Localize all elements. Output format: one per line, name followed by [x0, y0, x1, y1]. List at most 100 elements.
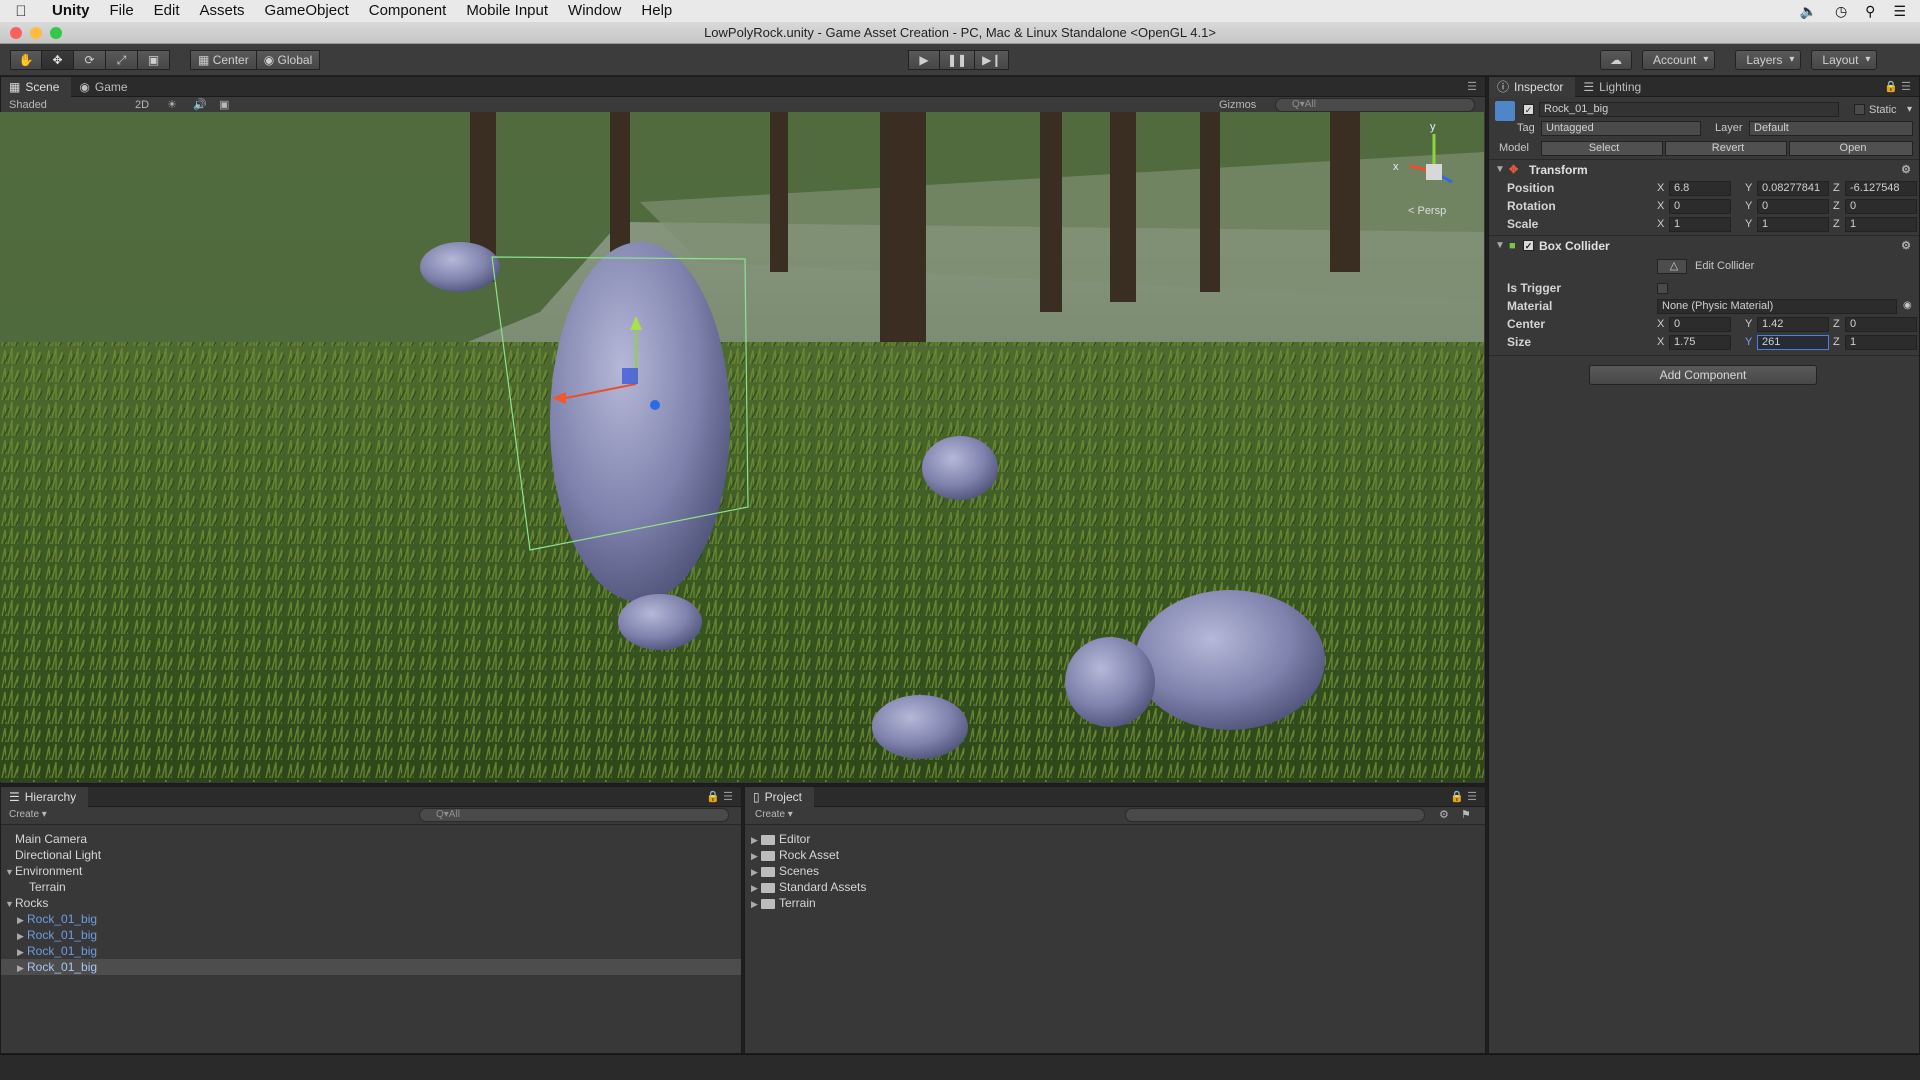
effects-toggle-icon[interactable]: ▣	[219, 98, 229, 111]
tab-project[interactable]: ▯ Project	[745, 787, 814, 807]
hierarchy-item-rock-3[interactable]: ▶ Rock_01_big	[1, 943, 741, 959]
collapsed-arrow-icon[interactable]: ▶	[751, 848, 761, 864]
static-dropdown-icon[interactable]: ▾	[1907, 101, 1912, 119]
scale-z-field[interactable]: 1	[1845, 217, 1917, 232]
shading-mode-dropdown[interactable]: Shaded	[9, 99, 47, 111]
gizmos-dropdown[interactable]: Gizmos	[1219, 99, 1256, 111]
scene-viewport[interactable]: x y < Persp	[0, 112, 1484, 782]
lighting-toggle-icon[interactable]: ☀	[167, 98, 177, 111]
tab-scene[interactable]: ▦ Scene	[1, 77, 72, 97]
play-icon[interactable]: ▶	[908, 50, 940, 70]
menu-help[interactable]: Help	[631, 0, 682, 22]
collapsed-arrow-icon[interactable]: ▶	[751, 896, 761, 912]
rock-small[interactable]	[618, 594, 702, 650]
add-component-button[interactable]: Add Component	[1589, 365, 1817, 385]
projection-label[interactable]: < Persp	[1408, 205, 1446, 217]
object-picker-icon[interactable]: ◉	[1903, 297, 1912, 315]
hierarchy-item-rocks[interactable]: ▼Rocks	[1, 895, 741, 911]
rock-far[interactable]	[420, 242, 500, 292]
menu-file[interactable]: File	[100, 0, 144, 22]
rock-mid[interactable]	[922, 436, 998, 500]
notification-list-icon[interactable]: ☰	[1893, 3, 1906, 20]
project-folder-terrain[interactable]: ▶ Terrain	[745, 895, 1485, 911]
center-x-field[interactable]: 0	[1669, 317, 1731, 332]
box-collider-enabled-checkbox[interactable]: ✓	[1523, 240, 1534, 251]
layers-dropdown[interactable]: Layers	[1735, 50, 1802, 70]
center-z-field[interactable]: 0	[1845, 317, 1917, 332]
model-revert-button[interactable]: Revert	[1665, 141, 1787, 156]
box-collider-header[interactable]: ▼ ■ ✓ Box Collider ⚙	[1489, 235, 1919, 255]
move-tool-icon[interactable]: ✥	[42, 50, 74, 70]
menu-window[interactable]: Window	[558, 0, 631, 22]
position-y-field[interactable]: 0.08277841	[1757, 181, 1829, 196]
rotation-y-field[interactable]: 0	[1757, 199, 1829, 214]
collapsed-arrow-icon[interactable]: ▶	[751, 880, 761, 896]
hand-tool-icon[interactable]: ✋	[10, 50, 42, 70]
size-y-field[interactable]: 261	[1757, 335, 1829, 350]
collapsed-arrow-icon[interactable]: ▶	[751, 832, 761, 848]
menu-assets[interactable]: Assets	[190, 0, 255, 22]
toggle-2d-button[interactable]: 2D	[135, 99, 149, 111]
project-folder-editor[interactable]: ▶ Editor	[745, 831, 1485, 847]
scene-search-input[interactable]: Q▾All	[1275, 98, 1475, 112]
center-y-field[interactable]: 1.42	[1757, 317, 1829, 332]
tag-dropdown[interactable]: Untagged	[1541, 121, 1701, 136]
model-open-button[interactable]: Open	[1789, 141, 1913, 156]
object-name-field[interactable]: Rock_01_big	[1539, 102, 1839, 117]
rock-front[interactable]	[872, 695, 968, 759]
hierarchy-create-dropdown[interactable]: Create ▾	[9, 809, 47, 820]
tab-inspector[interactable]: ⓘ Inspector	[1489, 77, 1576, 97]
inspector-menu-icon[interactable]: 🔒 ☰	[1884, 80, 1911, 93]
static-checkbox[interactable]	[1854, 104, 1865, 115]
model-select-button[interactable]: Select	[1541, 141, 1663, 156]
volume-icon[interactable]: 🔈	[1800, 3, 1817, 20]
menu-app-unity[interactable]: Unity	[42, 0, 100, 22]
rock-medium[interactable]	[1065, 637, 1155, 727]
scale-y-field[interactable]: 1	[1757, 217, 1829, 232]
project-folder-standard-assets[interactable]: ▶ Standard Assets	[745, 879, 1485, 895]
transform-settings-icon[interactable]: ⚙	[1901, 160, 1911, 180]
tab-lighting[interactable]: ☰ Lighting	[1575, 77, 1653, 97]
account-dropdown[interactable]: Account	[1642, 50, 1716, 70]
menu-mobile-input[interactable]: Mobile Input	[456, 0, 558, 22]
project-menu-icon[interactable]: 🔒 ☰	[1450, 790, 1477, 803]
position-z-field[interactable]: -6.127548	[1845, 181, 1917, 196]
rect-tool-icon[interactable]: ▣	[138, 50, 170, 70]
expand-arrow-icon[interactable]: ▼	[5, 896, 15, 912]
menu-gameobject[interactable]: GameObject	[255, 0, 359, 22]
pause-icon[interactable]: ❚❚	[940, 50, 976, 70]
collapsed-arrow-icon[interactable]: ▶	[17, 944, 27, 960]
zoom-window-icon[interactable]	[50, 27, 62, 39]
expand-arrow-icon[interactable]: ▼	[5, 864, 15, 880]
rotation-x-field[interactable]: 0	[1669, 199, 1731, 214]
hierarchy-item-rock-1[interactable]: ▶ Rock_01_big	[1, 911, 741, 927]
box-collider-foldout-icon[interactable]: ▼	[1495, 236, 1505, 256]
collapsed-arrow-icon[interactable]: ▶	[17, 960, 27, 976]
rock-large[interactable]	[1135, 590, 1325, 730]
size-z-field[interactable]: 1	[1845, 335, 1917, 350]
project-search-input[interactable]	[1125, 808, 1425, 822]
transform-header[interactable]: ▼ ✥ Transform ⚙	[1489, 159, 1919, 179]
hierarchy-item-terrain[interactable]: Terrain	[1, 879, 741, 895]
pivot-global-button[interactable]: ◉ Global	[256, 50, 321, 70]
layout-dropdown[interactable]: Layout	[1811, 50, 1878, 70]
box-collider-settings-icon[interactable]: ⚙	[1901, 236, 1911, 256]
menu-component[interactable]: Component	[359, 0, 457, 22]
project-create-dropdown[interactable]: Create ▾	[755, 809, 793, 820]
scale-x-field[interactable]: 1	[1669, 217, 1731, 232]
cloud-icon[interactable]: ☁	[1600, 50, 1632, 70]
active-checkbox[interactable]: ✓	[1523, 104, 1534, 115]
scale-tool-icon[interactable]: ⤢	[106, 50, 138, 70]
stacked-rock-selected[interactable]	[550, 242, 730, 602]
audio-toggle-icon[interactable]: 🔊	[193, 98, 207, 111]
hierarchy-item-main-camera[interactable]: Main Camera	[1, 831, 741, 847]
project-folder-rock-asset[interactable]: ▶ Rock Asset	[745, 847, 1485, 863]
panel-menu-icon[interactable]: ☰	[1467, 80, 1477, 93]
filter-by-label-icon[interactable]: ⚑	[1461, 808, 1471, 821]
gizmo-plane-handle[interactable]	[622, 368, 638, 384]
collapsed-arrow-icon[interactable]: ▶	[17, 912, 27, 928]
hierarchy-item-directional-light[interactable]: Directional Light	[1, 847, 741, 863]
position-x-field[interactable]: 6.8	[1669, 181, 1731, 196]
clock-icon[interactable]: ◷	[1835, 3, 1847, 20]
edit-collider-button[interactable]: △	[1657, 259, 1687, 274]
